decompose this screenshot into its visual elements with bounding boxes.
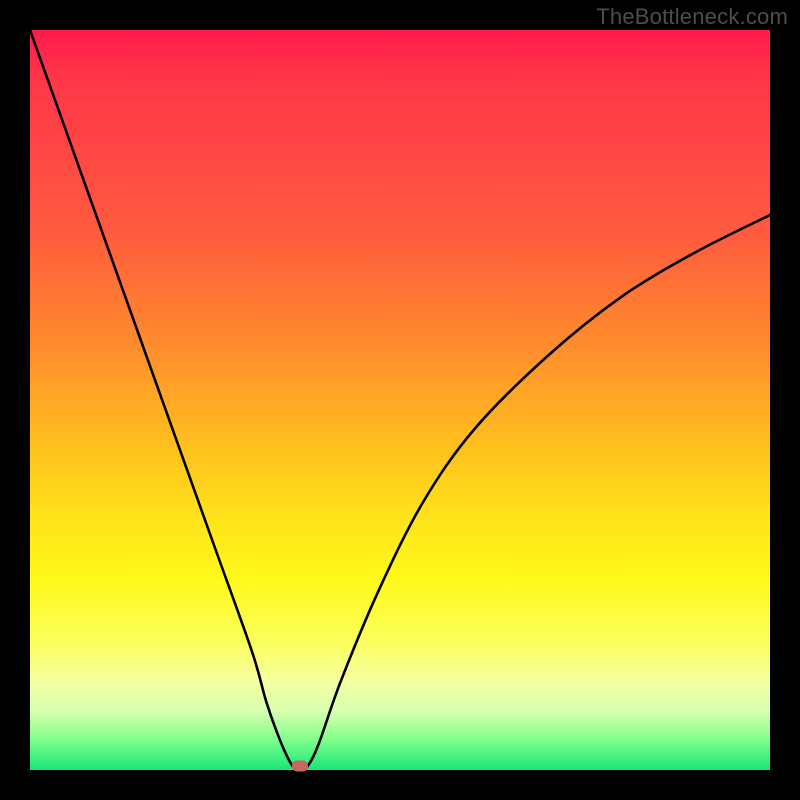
curve-svg [30,30,770,770]
minimum-marker [292,761,308,772]
watermark-text: TheBottleneck.com [596,4,788,30]
plot-area [30,30,770,770]
bottleneck-curve [30,30,770,770]
chart-frame: TheBottleneck.com [0,0,800,800]
